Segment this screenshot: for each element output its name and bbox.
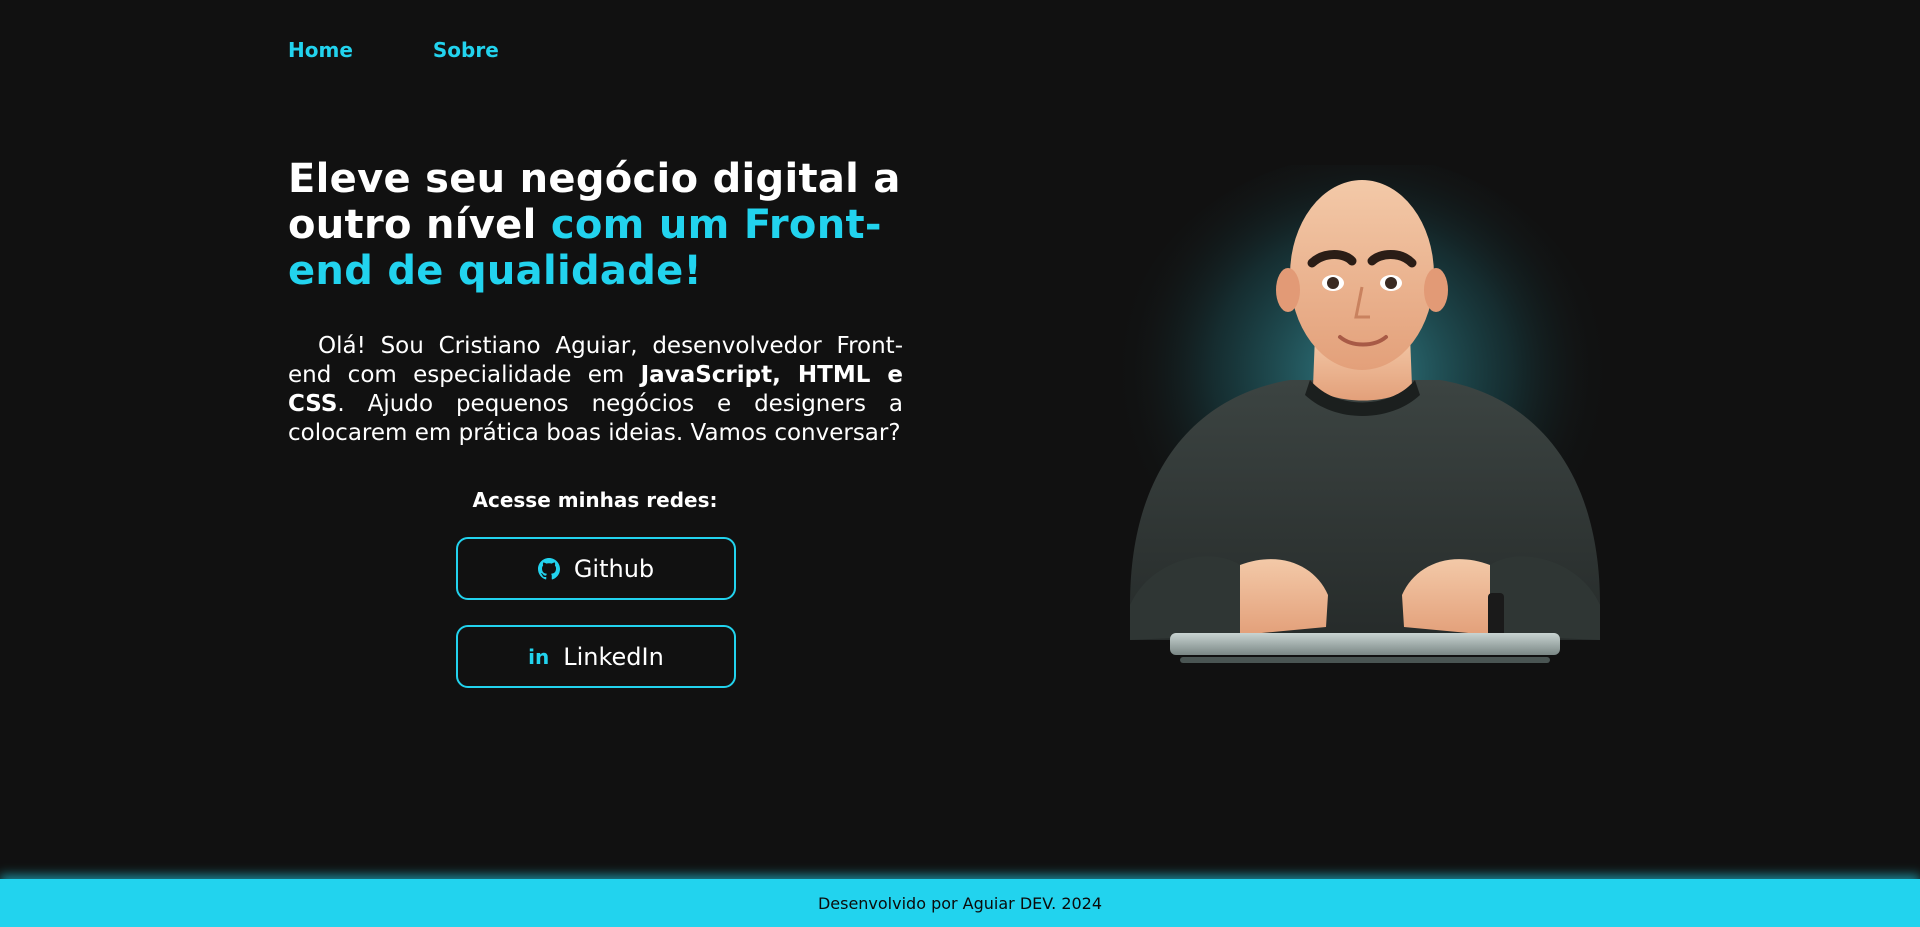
main-nav: Home Sobre (288, 38, 499, 62)
intro-text-end: . Ajudo pequenos negócios e designers a … (288, 391, 903, 446)
social-title: Acesse minhas redes: (472, 488, 718, 512)
github-label: Github (573, 554, 655, 583)
hero-headline: Eleve seu negócio digital a outro nível … (288, 156, 908, 294)
site-footer: Desenvolvido por Aguiar DEV. 2024 (0, 879, 1920, 927)
nav-home-link[interactable]: Home (288, 38, 353, 62)
linkedin-glyph: in (528, 644, 550, 669)
nav-sobre-link[interactable]: Sobre (433, 38, 499, 62)
intro-paragraph: Olá! Sou Cristiano Aguiar, desenvolvedor… (288, 332, 903, 448)
linkedin-label: LinkedIn (563, 642, 664, 671)
footer-text: Desenvolvido por Aguiar DEV. 2024 (817, 893, 1103, 913)
developer-avatar-illustration (1090, 155, 1635, 675)
linkedin-button[interactable]: in LinkedIn (456, 625, 736, 688)
github-button[interactable]: Github (456, 537, 736, 600)
github-icon (537, 557, 560, 580)
linkedin-icon: in (528, 645, 549, 669)
